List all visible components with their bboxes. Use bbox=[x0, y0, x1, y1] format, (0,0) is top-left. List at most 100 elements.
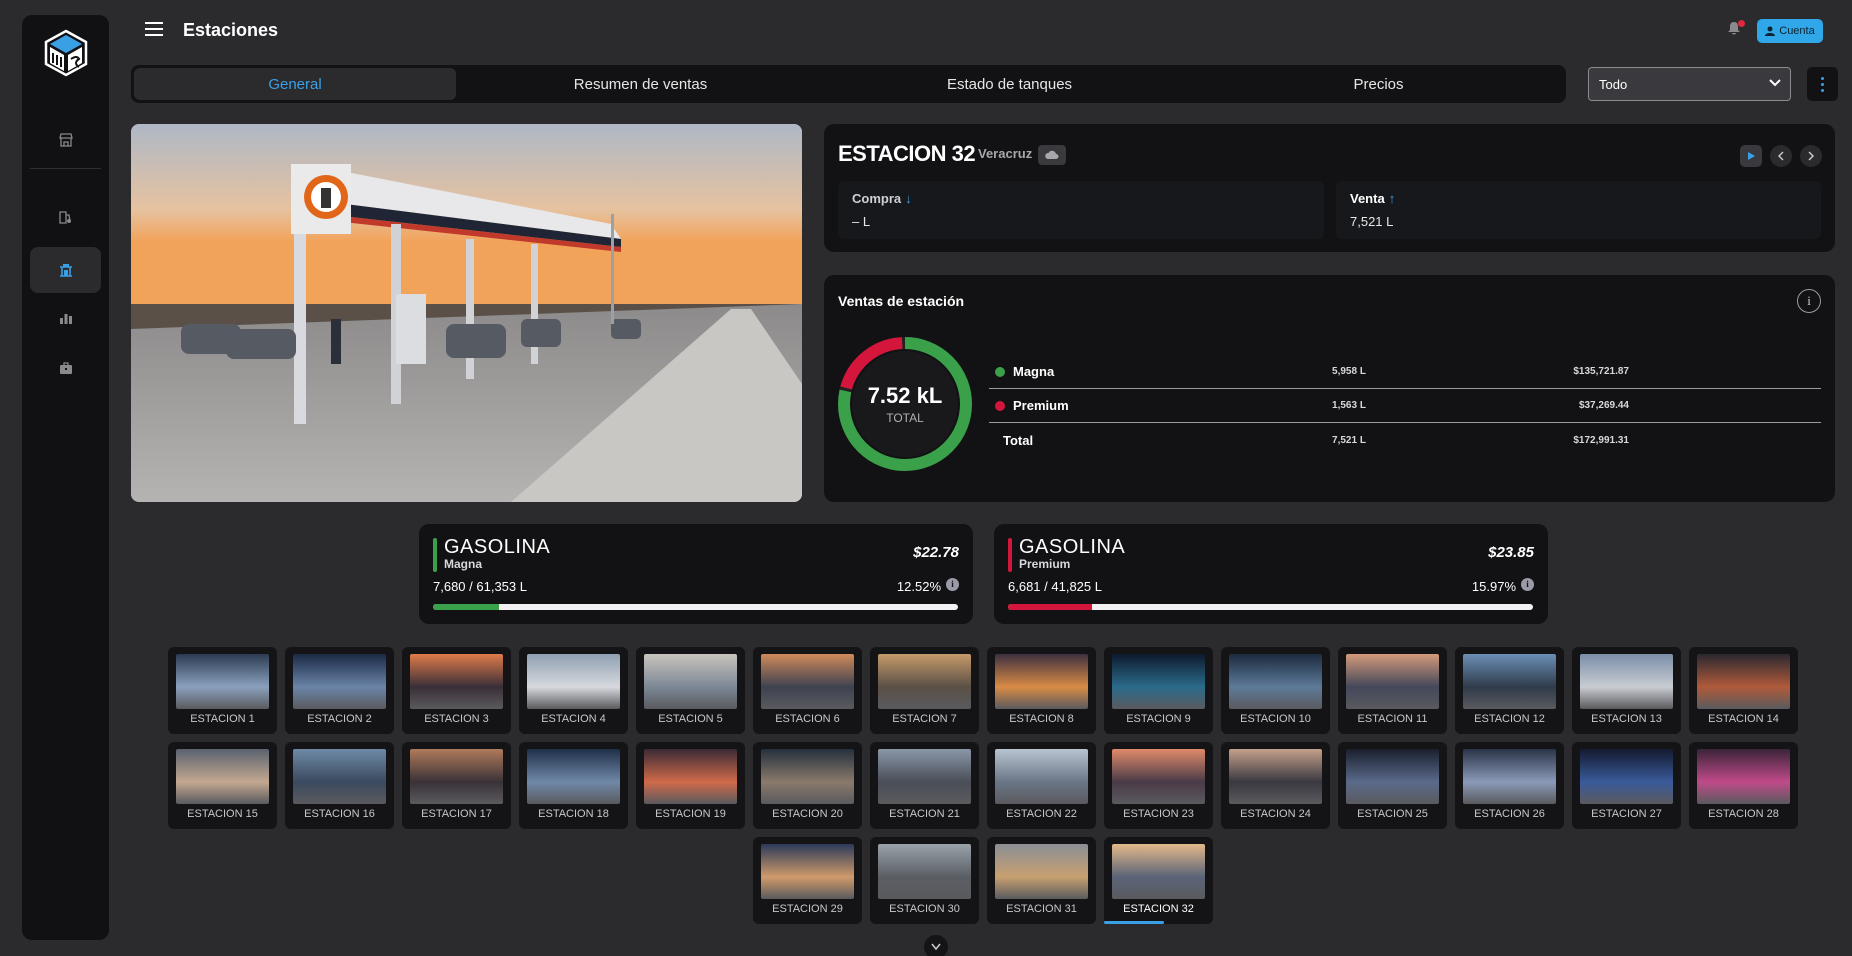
station-thumbnail[interactable]: ESTACION 21 bbox=[870, 742, 979, 829]
station-sales-card: Ventas de estación i 7.52 kL TOTAL Magna… bbox=[824, 275, 1835, 502]
station-thumbnail[interactable]: ESTACION 16 bbox=[285, 742, 394, 829]
station-state: Veracruz bbox=[978, 146, 1033, 161]
station-thumbnail[interactable]: ESTACION 30 bbox=[870, 837, 979, 924]
station-thumbnail-image bbox=[176, 654, 269, 709]
sales-table: Magna 5,958 L $135,721.87 Premium 1,563 … bbox=[989, 355, 1821, 457]
active-indicator bbox=[1104, 921, 1164, 924]
station-thumbnail-label: ESTACION 10 bbox=[1240, 713, 1311, 725]
station-thumbnail[interactable]: ESTACION 7 bbox=[870, 647, 979, 734]
account-button[interactable]: Cuenta bbox=[1757, 19, 1823, 43]
donut-total-label: TOTAL bbox=[886, 411, 924, 425]
arrow-down-icon: ↓ bbox=[905, 191, 912, 206]
tab-general[interactable]: General bbox=[134, 68, 456, 100]
station-thumbnail-image bbox=[1463, 749, 1556, 804]
station-thumbnail[interactable]: ESTACION 24 bbox=[1221, 742, 1330, 829]
fuel-progress-fill bbox=[1008, 604, 1092, 610]
previous-station-button[interactable] bbox=[1770, 145, 1792, 167]
station-thumbnail[interactable]: ESTACION 31 bbox=[987, 837, 1096, 924]
station-thumbnail[interactable]: ESTACION 17 bbox=[402, 742, 511, 829]
fuel-quantity: 7,680 / 61,353 L bbox=[433, 579, 527, 594]
scroll-down-button[interactable] bbox=[924, 935, 948, 956]
notifications-button[interactable] bbox=[1727, 20, 1745, 37]
fuel-progress-fill bbox=[433, 604, 499, 610]
station-thumbnail[interactable]: ESTACION 20 bbox=[753, 742, 862, 829]
fuel-percent: 12.52% bbox=[896, 579, 941, 594]
info-icon[interactable]: i bbox=[946, 578, 959, 591]
page-title: Estaciones bbox=[183, 20, 279, 40]
station-thumbnail-image bbox=[1463, 654, 1556, 709]
sidebar-item-stores[interactable] bbox=[30, 117, 101, 163]
station-thumbnail-image bbox=[878, 749, 971, 804]
row-amount: $37,269.44 bbox=[1578, 400, 1629, 411]
sidebar-item-tools[interactable] bbox=[30, 345, 101, 391]
station-thumbnail[interactable]: ESTACION 32 bbox=[1104, 837, 1213, 924]
station-thumbnail-image bbox=[1229, 749, 1322, 804]
info-icon[interactable]: i bbox=[1521, 578, 1534, 591]
donut-center: 7.52 kL TOTAL bbox=[836, 335, 974, 473]
station-thumbnail[interactable]: ESTACION 12 bbox=[1455, 647, 1564, 734]
station-thumbnail[interactable]: ESTACION 1 bbox=[168, 647, 277, 734]
station-photo-illustration bbox=[131, 124, 802, 502]
account-label: Cuenta bbox=[1779, 25, 1815, 37]
station-thumbnail-image bbox=[761, 654, 854, 709]
station-thumbnail[interactable]: ESTACION 29 bbox=[753, 837, 862, 924]
row-liters: 1,563 L bbox=[1332, 400, 1366, 411]
tab-prices[interactable]: Precios bbox=[1194, 68, 1563, 100]
station-thumbnail[interactable]: ESTACION 19 bbox=[636, 742, 745, 829]
station-thumbnail-label: ESTACION 16 bbox=[304, 808, 375, 820]
station-thumbnail-image bbox=[878, 844, 971, 899]
more-options-button[interactable] bbox=[1807, 67, 1838, 101]
sidebar-item-stations[interactable] bbox=[30, 247, 101, 293]
station-thumbnail[interactable]: ESTACION 3 bbox=[402, 647, 511, 734]
station-thumbnail[interactable]: ESTACION 5 bbox=[636, 647, 745, 734]
station-thumbnail-image bbox=[1112, 654, 1205, 709]
fuel-name: GASOLINA bbox=[1019, 536, 1126, 558]
sidebar-item-reports[interactable] bbox=[30, 295, 101, 341]
fuel-quantity: 6,681 / 41,825 L bbox=[1008, 579, 1102, 594]
station-thumbnail-label: ESTACION 20 bbox=[772, 808, 843, 820]
autoplay-button[interactable] bbox=[1740, 145, 1762, 167]
station-thumbnail-label: ESTACION 17 bbox=[421, 808, 492, 820]
station-thumbnail-label: ESTACION 8 bbox=[1009, 713, 1074, 725]
station-thumbnail-image bbox=[644, 654, 737, 709]
station-photo bbox=[131, 124, 802, 502]
menu-icon[interactable] bbox=[145, 22, 163, 36]
station-thumbnail-label: ESTACION 7 bbox=[892, 713, 957, 725]
station-thumbnail[interactable]: ESTACION 8 bbox=[987, 647, 1096, 734]
station-thumbnail[interactable]: ESTACION 2 bbox=[285, 647, 394, 734]
station-thumbnail[interactable]: ESTACION 14 bbox=[1689, 647, 1798, 734]
station-thumbnail[interactable]: ESTACION 22 bbox=[987, 742, 1096, 829]
station-thumbnail-label: ESTACION 19 bbox=[655, 808, 726, 820]
station-thumbnail-label: ESTACION 23 bbox=[1123, 808, 1194, 820]
row-name: Magna bbox=[1013, 364, 1055, 379]
station-thumbnail-label: ESTACION 13 bbox=[1591, 713, 1662, 725]
station-thumbnail[interactable]: ESTACION 28 bbox=[1689, 742, 1798, 829]
station-thumbnail-image bbox=[761, 844, 854, 899]
station-thumbnail[interactable]: ESTACION 11 bbox=[1338, 647, 1447, 734]
station-thumbnail[interactable]: ESTACION 23 bbox=[1104, 742, 1213, 829]
info-button[interactable]: i bbox=[1797, 289, 1821, 313]
sidebar bbox=[22, 15, 109, 940]
filter-select[interactable]: Todo bbox=[1588, 67, 1791, 101]
station-thumbnail-label: ESTACION 21 bbox=[889, 808, 960, 820]
station-thumbnail[interactable]: ESTACION 10 bbox=[1221, 647, 1330, 734]
station-thumbnail[interactable]: ESTACION 6 bbox=[753, 647, 862, 734]
next-station-button[interactable] bbox=[1800, 145, 1822, 167]
tab-sales-summary[interactable]: Resumen de ventas bbox=[456, 68, 825, 100]
cloud-sync-button[interactable] bbox=[1038, 145, 1066, 165]
station-thumbnail[interactable]: ESTACION 18 bbox=[519, 742, 628, 829]
row-name: Total bbox=[1003, 432, 1034, 448]
station-thumbnail[interactable]: ESTACION 15 bbox=[168, 742, 277, 829]
station-thumbnail[interactable]: ESTACION 9 bbox=[1104, 647, 1213, 734]
station-thumbnail[interactable]: ESTACION 4 bbox=[519, 647, 628, 734]
app-logo[interactable] bbox=[42, 29, 90, 77]
tab-tank-status[interactable]: Estado de tanques bbox=[825, 68, 1194, 100]
station-thumbnail[interactable]: ESTACION 26 bbox=[1455, 742, 1564, 829]
station-thumbnail[interactable]: ESTACION 27 bbox=[1572, 742, 1681, 829]
station-thumbnail[interactable]: ESTACION 13 bbox=[1572, 647, 1681, 734]
station-thumbnail-image bbox=[644, 749, 737, 804]
fuel-price: $23.85 bbox=[1488, 544, 1534, 561]
station-thumbnail-label: ESTACION 25 bbox=[1357, 808, 1428, 820]
sidebar-item-pumps[interactable] bbox=[30, 194, 101, 240]
station-thumbnail[interactable]: ESTACION 25 bbox=[1338, 742, 1447, 829]
